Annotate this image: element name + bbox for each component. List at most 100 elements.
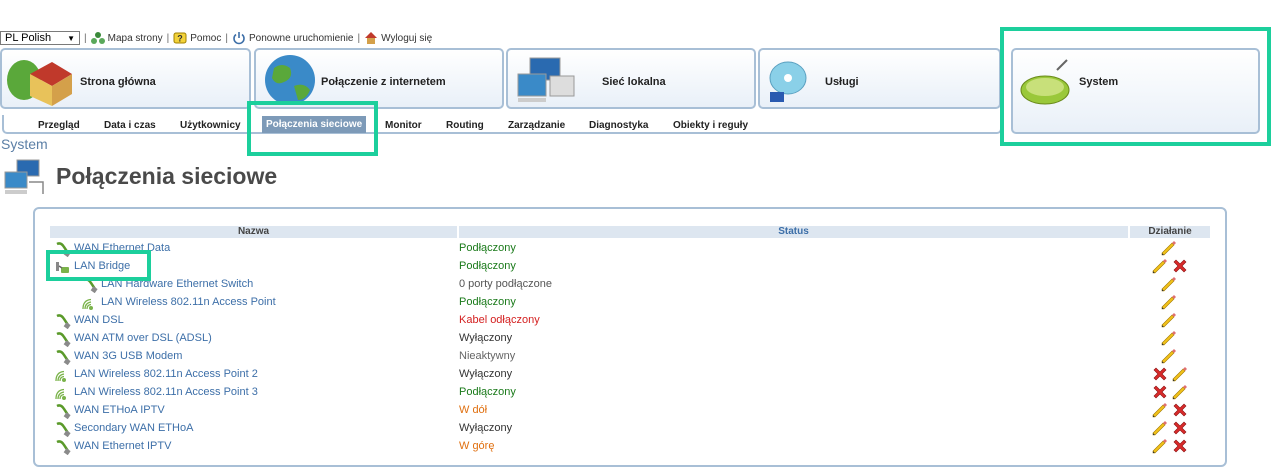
- ethernet-cable-icon: [55, 349, 71, 365]
- top-bar: PL Polish ▼ | Mapa strony | ? Pomoc | Po…: [0, 30, 432, 46]
- network-computers-icon: [517, 57, 575, 102]
- connection-status: W górę: [459, 440, 495, 452]
- table-row: WAN Ethernet IPTV W górę: [0, 438, 1278, 456]
- table-row: LAN Bridge Podłączony: [0, 258, 1278, 276]
- sitemap-icon: [90, 32, 105, 44]
- connection-name-link[interactable]: WAN Ethernet Data: [74, 242, 170, 254]
- subnav-date-time[interactable]: Data i czas: [104, 120, 156, 131]
- delete-x-icon[interactable]: [1172, 420, 1188, 436]
- subnav-network-connections[interactable]: Połączenia sieciowe: [262, 116, 367, 133]
- connection-status: W dół: [459, 404, 488, 416]
- column-header-action: Działanie: [1130, 226, 1210, 238]
- delete-x-icon[interactable]: [1172, 438, 1188, 454]
- connection-name-link[interactable]: WAN ETHoA IPTV: [74, 404, 165, 416]
- subnav-routing[interactable]: Routing: [446, 120, 484, 131]
- ethernet-cable-icon: [55, 421, 71, 437]
- network-connections-icon: [4, 159, 44, 194]
- subnav-monitor[interactable]: Monitor: [385, 120, 422, 131]
- delete-x-icon[interactable]: [1152, 366, 1168, 382]
- connection-name-link[interactable]: LAN Wireless 802.11n Access Point 2: [74, 368, 258, 380]
- help-link[interactable]: ? Pomoc: [173, 31, 221, 45]
- separator: |: [84, 32, 87, 44]
- logout-house-icon: [365, 32, 378, 44]
- delete-x-icon[interactable]: [1172, 402, 1188, 418]
- connection-status: Wyłączony: [459, 368, 513, 380]
- connection-name-link[interactable]: LAN Wireless 802.11n Access Point 3: [74, 386, 258, 398]
- edit-pencil-icon[interactable]: [1152, 258, 1168, 274]
- column-header-status: Status: [459, 226, 1128, 238]
- ethernet-cable-icon: [55, 331, 71, 347]
- connection-name-link[interactable]: WAN ATM over DSL (ADSL): [74, 332, 212, 344]
- connection-name-link[interactable]: WAN DSL: [74, 314, 124, 326]
- tab-local-network[interactable]: Sieć lokalna: [506, 48, 756, 109]
- connection-name-link[interactable]: WAN 3G USB Modem: [74, 350, 182, 362]
- edit-pencil-icon[interactable]: [1152, 402, 1168, 418]
- wireless-icon: [55, 367, 71, 383]
- language-select[interactable]: PL Polish ▼: [0, 31, 80, 45]
- table-row: LAN Wireless 802.11n Access Point 3 Podłą…: [0, 384, 1278, 402]
- table-row: WAN Ethernet Data Podłączony: [0, 240, 1278, 258]
- help-icon: ?: [173, 32, 187, 44]
- edit-pencil-icon[interactable]: [1161, 276, 1177, 292]
- column-header-name: Nazwa: [50, 226, 457, 238]
- subnav-objects-rules[interactable]: Obiekty i reguły: [673, 120, 748, 131]
- edit-pencil-icon[interactable]: [1152, 420, 1168, 436]
- delete-x-icon[interactable]: [1172, 258, 1188, 274]
- wireless-icon: [55, 385, 71, 401]
- table-row: LAN Wireless 802.11n Access Point 2 Wyłąc…: [0, 366, 1278, 384]
- subnav-management[interactable]: Zarządzanie: [508, 120, 565, 131]
- delete-x-icon[interactable]: [1152, 384, 1168, 400]
- tab-system-label: System: [1079, 76, 1119, 88]
- edit-pencil-icon[interactable]: [1172, 384, 1188, 400]
- connection-status: Podłączony: [459, 296, 516, 308]
- svg-text:?: ?: [178, 34, 184, 44]
- tab-home-label: Strona główna: [80, 76, 156, 88]
- connection-status: 0 porty podłączone: [459, 278, 552, 290]
- tab-internet[interactable]: Połączenie z internetem: [254, 48, 504, 109]
- edit-pencil-icon[interactable]: [1152, 438, 1168, 454]
- sitemap-link[interactable]: Mapa strony: [90, 31, 163, 45]
- edit-pencil-icon[interactable]: [1161, 330, 1177, 346]
- breadcrumb: System: [1, 136, 48, 152]
- tab-home[interactable]: Strona główna: [0, 48, 251, 109]
- separator: |: [166, 32, 170, 44]
- separator: |: [357, 32, 361, 44]
- edit-pencil-icon[interactable]: [1161, 312, 1177, 328]
- tab-local-network-label: Sieć lokalna: [602, 76, 666, 88]
- subnav-diagnostics[interactable]: Diagnostyka: [589, 120, 648, 131]
- logout-label: Wyloguj się: [381, 32, 433, 44]
- edit-pencil-icon[interactable]: [1161, 240, 1177, 256]
- connection-status: Podłączony: [459, 386, 516, 398]
- tab-internet-label: Połączenie z internetem: [321, 76, 446, 88]
- connection-status: Kabel odłączony: [459, 314, 540, 326]
- restart-link[interactable]: Ponowne uruchomienie: [232, 31, 354, 45]
- connection-status: Wyłączony: [459, 422, 513, 434]
- bridge-icon: [55, 259, 71, 275]
- edit-pencil-icon[interactable]: [1161, 294, 1177, 310]
- separator: |: [225, 32, 228, 44]
- tab-system[interactable]: System: [1011, 48, 1260, 134]
- language-select-value: PL Polish: [5, 32, 52, 44]
- edit-pencil-icon[interactable]: [1161, 348, 1177, 364]
- connection-name-link[interactable]: LAN Hardware Ethernet Switch: [101, 278, 253, 290]
- ethernet-cable-icon: [55, 241, 71, 257]
- subnav-users[interactable]: Użytkownicy: [180, 120, 241, 131]
- connection-name-link[interactable]: LAN Bridge: [74, 260, 130, 272]
- logout-link[interactable]: Wyloguj się: [364, 31, 432, 45]
- table-row: Secondary WAN ETHoA Wyłączony: [0, 420, 1278, 438]
- ethernet-cable-icon: [55, 313, 71, 329]
- page-title: Połączenia sieciowe: [56, 163, 278, 189]
- edit-pencil-icon[interactable]: [1172, 366, 1188, 382]
- connection-name-link[interactable]: WAN Ethernet IPTV: [74, 440, 171, 452]
- power-icon: [233, 32, 245, 45]
- ethernet-cable-icon: [82, 277, 98, 293]
- connection-status: Nieaktywny: [459, 350, 516, 362]
- connection-name-link[interactable]: LAN Wireless 802.11n Access Point: [101, 296, 276, 308]
- connection-name-link[interactable]: Secondary WAN ETHoA: [74, 422, 193, 434]
- help-label: Pomoc: [190, 32, 222, 44]
- subnav-overview[interactable]: Przegląd: [38, 120, 80, 131]
- table-row: WAN DSL Kabel odłączony: [0, 312, 1278, 330]
- tab-services-label: Usługi: [825, 76, 859, 88]
- ethernet-cable-icon: [55, 403, 71, 419]
- tab-services[interactable]: Usługi: [758, 48, 1001, 109]
